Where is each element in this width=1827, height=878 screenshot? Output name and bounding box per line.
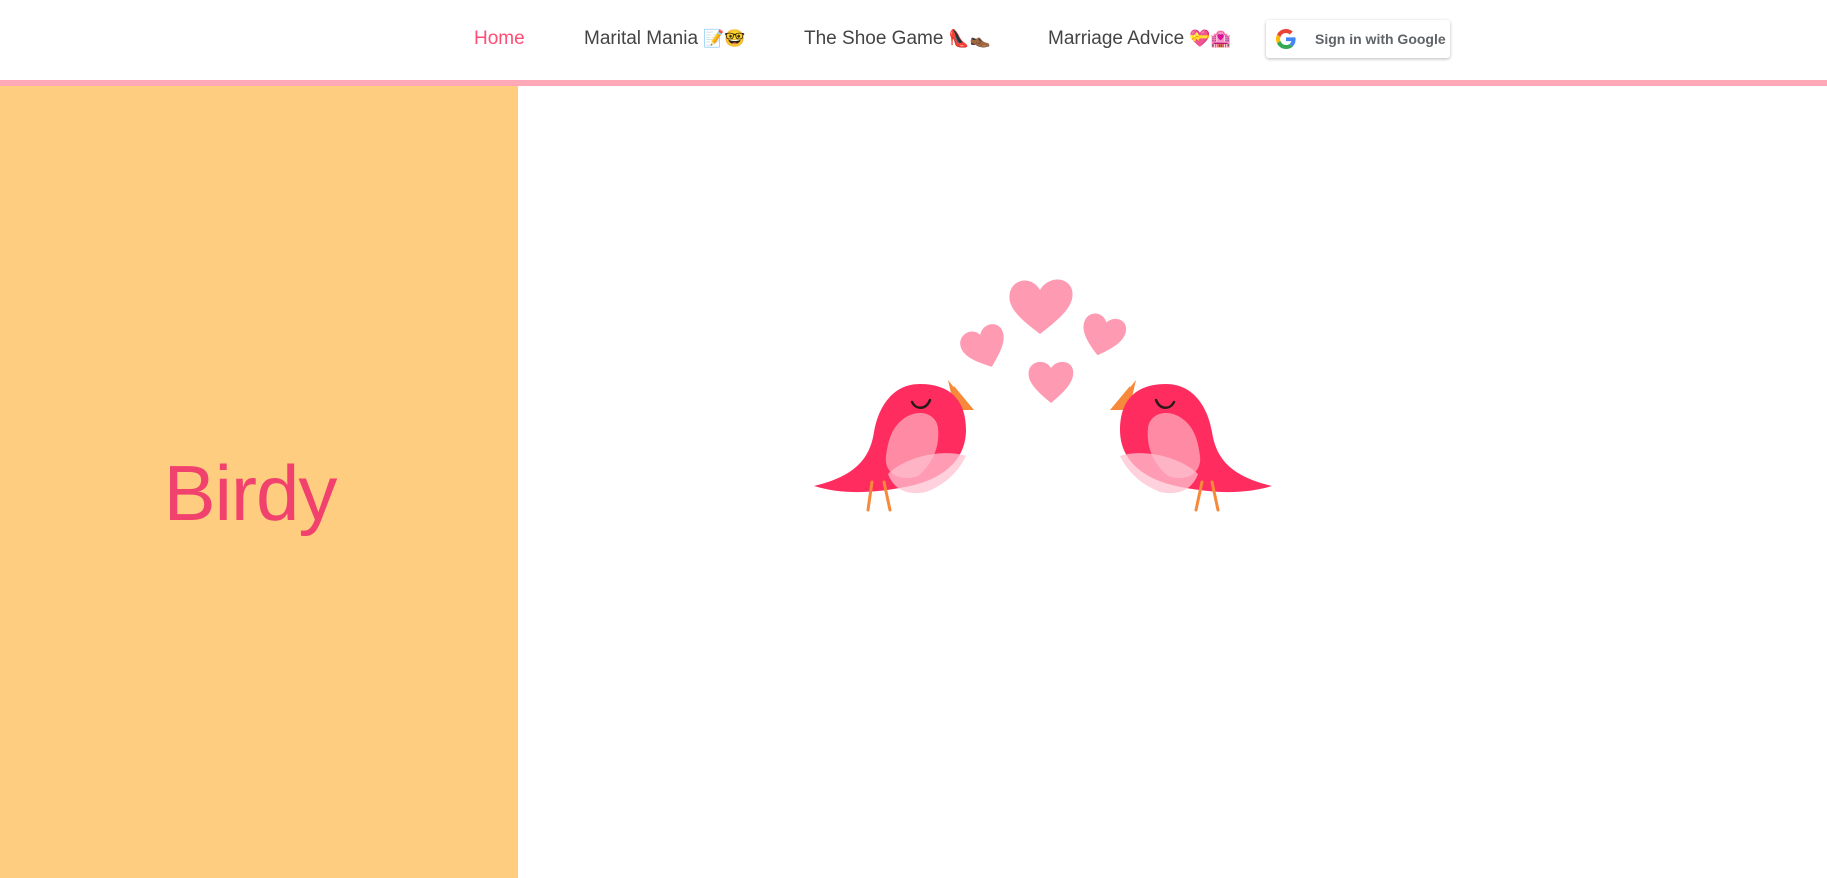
- nav-link-home[interactable]: Home: [474, 28, 525, 50]
- shoes-emoji-icon: 👠👞: [948, 29, 991, 49]
- right-bird-icon: [1110, 380, 1272, 512]
- nav-link-marital-mania-label: Marital Mania: [584, 28, 699, 49]
- heart-icon: [960, 324, 1004, 367]
- google-sign-in-button[interactable]: Sign in with Google: [1266, 20, 1450, 58]
- nav-link-shoe-game[interactable]: The Shoe Game 👠👞: [804, 28, 991, 50]
- google-g-icon: [1276, 29, 1296, 49]
- brand-title: Birdy: [163, 449, 338, 537]
- nav-link-shoe-game-label: The Shoe Game: [804, 28, 944, 49]
- heart-icon: [1083, 313, 1127, 356]
- nav-link-marital-mania[interactable]: Marital Mania 📝🤓: [584, 28, 745, 50]
- heart-hotel-emoji-icon: 💝🏩: [1189, 29, 1232, 49]
- nav-link-marriage-advice[interactable]: Marriage Advice 💝🏩: [1048, 28, 1232, 50]
- top-navigation-bar: Home Marital Mania 📝🤓 The Shoe Game 👠👞 Mar…: [0, 0, 1827, 86]
- google-sign-in-label: Sign in with Google: [1315, 31, 1446, 47]
- left-bird-icon: [814, 380, 974, 512]
- nav-link-marriage-advice-label: Marriage Advice: [1048, 28, 1185, 49]
- brand-sidebar: Birdy: [0, 86, 518, 878]
- heart-icon: [1009, 279, 1073, 334]
- love-birds-illustration: [814, 279, 1272, 512]
- nav-link-home-label: Home: [474, 28, 525, 49]
- heart-icon: [1028, 361, 1074, 403]
- memo-nerd-emoji-icon: 📝🤓: [703, 29, 746, 49]
